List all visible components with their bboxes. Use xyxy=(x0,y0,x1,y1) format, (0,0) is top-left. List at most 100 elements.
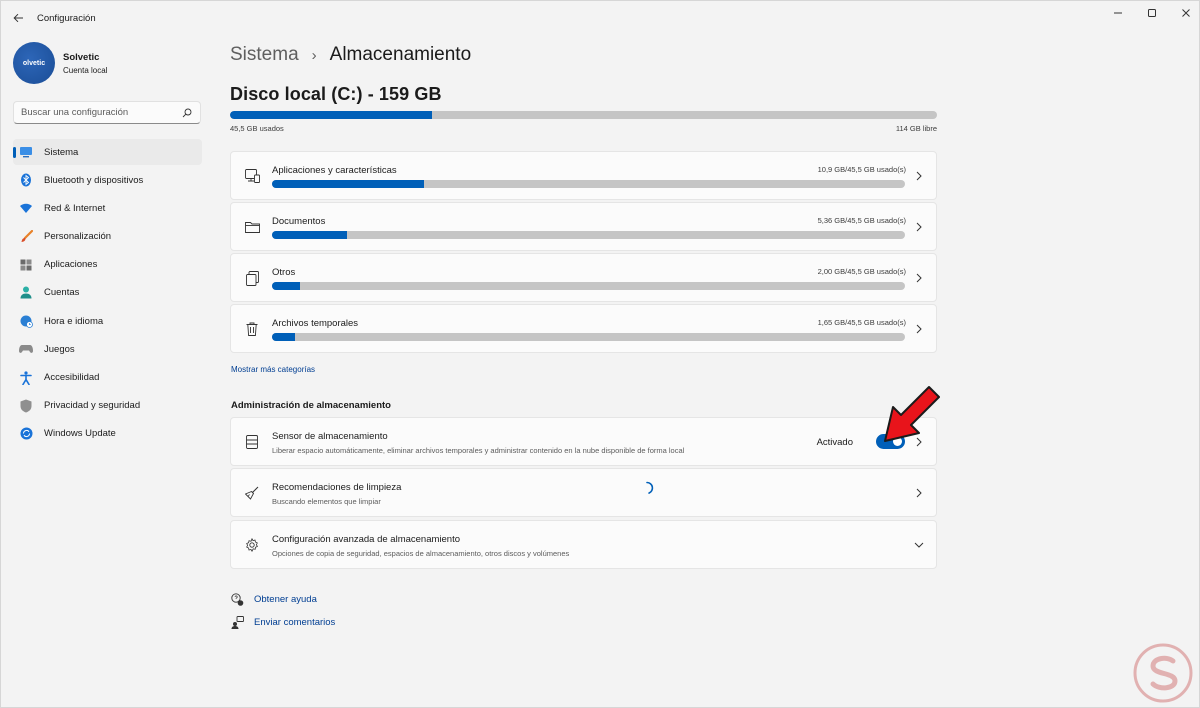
gear-icon xyxy=(244,537,260,553)
title-bar: Configuración xyxy=(1,1,1199,35)
help-icon xyxy=(230,592,244,606)
chevron-right-icon xyxy=(914,488,924,498)
folder-icon xyxy=(244,219,260,235)
sidebar-item-label: Aplicaciones xyxy=(44,259,98,271)
search-icon[interactable] xyxy=(181,107,193,119)
advanced-storage-card[interactable]: Configuración avanzada de almacenamiento… xyxy=(230,520,937,569)
get-help-text: Obtener ayuda xyxy=(254,593,317,605)
minimize-icon xyxy=(1114,12,1122,14)
minimize-button[interactable] xyxy=(1101,1,1135,25)
annotation-arrow-icon xyxy=(884,386,940,442)
get-help-link[interactable]: Obtener ayuda xyxy=(230,592,317,606)
documents-icon xyxy=(244,270,260,286)
sidebar-item-accesibilidad[interactable]: Accesibilidad xyxy=(13,365,202,391)
accessibility-icon xyxy=(19,370,33,385)
bluetooth-icon xyxy=(19,173,33,187)
category-usage-bar xyxy=(272,180,905,188)
storage-sense-toggle-label: Activado xyxy=(816,437,853,448)
sidebar-item-label: Windows Update xyxy=(44,428,116,440)
feedback-icon xyxy=(230,615,244,629)
apps-icon xyxy=(19,258,33,272)
category-usage-bar xyxy=(272,333,905,341)
settings-search-box[interactable] xyxy=(13,101,201,124)
category-card-aplicaciones[interactable]: Aplicaciones y características 10,9 GB/4… xyxy=(230,151,937,200)
category-card-temporales[interactable]: Archivos temporales 1,65 GB/45,5 GB usad… xyxy=(230,304,937,353)
chevron-right-icon xyxy=(914,324,924,334)
category-label: Documentos xyxy=(272,216,326,227)
broom-icon xyxy=(244,485,260,501)
sidebar-item-label: Bluetooth y dispositivos xyxy=(44,174,144,186)
profile-name: Solvetic xyxy=(63,51,100,63)
chevron-right-icon xyxy=(914,222,924,232)
category-card-otros[interactable]: Otros 2,00 GB/45,5 GB usado(s) xyxy=(230,253,937,302)
category-usage-bar xyxy=(272,282,905,290)
sidebar-item-red[interactable]: Red & Internet xyxy=(13,195,202,221)
category-usage-fill xyxy=(272,333,295,341)
sidebar-item-label: Red & Internet xyxy=(44,202,106,214)
wifi-icon xyxy=(19,201,33,215)
sidebar-item-label: Privacidad y seguridad xyxy=(44,400,141,412)
profile-account-type: Cuenta local xyxy=(63,65,108,75)
storage-management-heading: Administración de almacenamiento xyxy=(231,400,391,411)
category-value: 10,9 GB/45,5 GB usado(s) xyxy=(817,165,906,174)
disk-usage-bar xyxy=(230,111,937,119)
storage-sense-description: Liberar espacio automáticamente, elimina… xyxy=(272,446,685,455)
category-usage-fill xyxy=(272,282,300,290)
sidebar-item-bluetooth[interactable]: Bluetooth y dispositivos xyxy=(13,167,202,193)
disk-usage-fill xyxy=(230,111,433,119)
chevron-down-icon xyxy=(914,540,924,550)
cleanup-title: Recomendaciones de limpieza xyxy=(272,482,402,493)
send-feedback-text: Enviar comentarios xyxy=(254,616,336,628)
sidebar-item-sistema[interactable]: Sistema xyxy=(13,139,202,165)
category-label: Archivos temporales xyxy=(272,318,359,329)
disk-used-label: 45,5 GB usados xyxy=(230,124,284,133)
profile-text: Solvetic Cuenta local xyxy=(63,52,107,75)
chevron-right-icon xyxy=(914,171,924,181)
sidebar-item-juegos[interactable]: Juegos xyxy=(13,336,202,362)
apps-list-icon xyxy=(244,168,260,184)
breadcrumb-separator: › xyxy=(311,46,317,64)
close-icon xyxy=(1182,9,1190,17)
sidebar-item-label: Accesibilidad xyxy=(44,372,100,383)
breadcrumb-parent[interactable]: Sistema xyxy=(230,44,299,66)
show-more-categories-link[interactable]: Mostrar más categorías xyxy=(231,365,315,374)
sidebar-item-label: Hora e idioma xyxy=(44,315,104,327)
user-profile[interactable]: olvetic Solvetic Cuenta local xyxy=(13,41,107,85)
category-value: 2,00 GB/45,5 GB usado(s) xyxy=(817,267,906,276)
sidebar-nav: Sistema Bluetooth y dispositivos Red & I… xyxy=(13,139,202,449)
sidebar-item-label: Juegos xyxy=(44,343,75,355)
search-input[interactable] xyxy=(21,107,181,118)
loading-spinner-icon xyxy=(646,481,654,494)
sidebar-item-hora[interactable]: Hora e idioma xyxy=(13,308,202,334)
sidebar-item-personalizacion[interactable]: Personalización xyxy=(13,224,202,250)
advanced-storage-title: Configuración avanzada de almacenamiento xyxy=(272,534,461,545)
chevron-right-icon xyxy=(914,273,924,283)
disk-free-label: 114 GB libre xyxy=(895,124,937,133)
sidebar-item-aplicaciones[interactable]: Aplicaciones xyxy=(13,252,202,278)
brush-icon xyxy=(19,230,33,244)
person-icon xyxy=(19,286,33,300)
storage-sense-card[interactable]: Sensor de almacenamiento Liberar espacio… xyxy=(230,417,937,466)
cleanup-recommendations-card[interactable]: Recomendaciones de limpieza Buscando ele… xyxy=(230,468,937,517)
avatar: olvetic xyxy=(13,42,55,84)
category-usage-bar xyxy=(272,231,905,239)
sidebar-item-windows-update[interactable]: Windows Update xyxy=(13,421,202,447)
maximize-button[interactable] xyxy=(1135,1,1169,25)
shield-icon xyxy=(19,399,33,413)
storage-sense-title: Sensor de almacenamiento xyxy=(272,431,388,442)
back-button[interactable] xyxy=(7,7,29,29)
avatar-text: olvetic xyxy=(22,59,46,67)
category-usage-fill xyxy=(272,231,347,239)
monitor-icon xyxy=(19,145,33,159)
close-button[interactable] xyxy=(1169,1,1200,25)
sidebar-item-label: Cuentas xyxy=(44,287,80,299)
category-card-documentos[interactable]: Documentos 5,36 GB/45,5 GB usado(s) xyxy=(230,202,937,251)
sidebar-item-privacidad[interactable]: Privacidad y seguridad xyxy=(13,393,202,419)
update-icon xyxy=(19,427,33,441)
globe-clock-icon xyxy=(19,314,33,328)
send-feedback-link[interactable]: Enviar comentarios xyxy=(230,615,335,629)
page-title: Almacenamiento xyxy=(329,44,472,65)
category-label: Aplicaciones y características xyxy=(272,165,397,176)
category-label: Otros xyxy=(272,267,296,278)
sidebar-item-cuentas[interactable]: Cuentas xyxy=(13,280,202,306)
